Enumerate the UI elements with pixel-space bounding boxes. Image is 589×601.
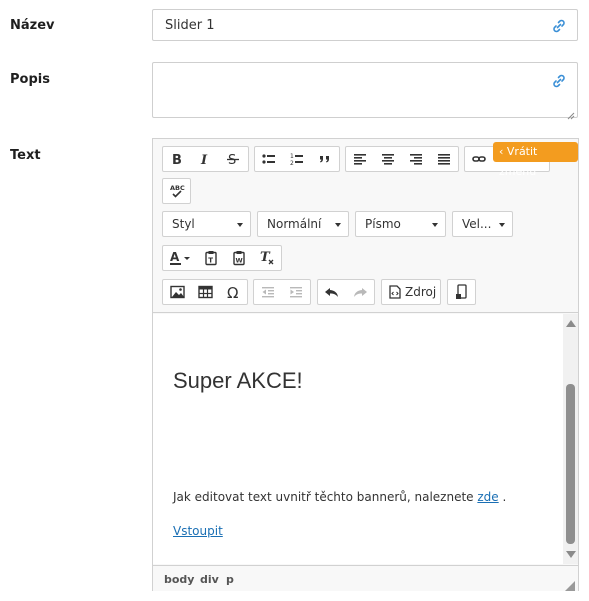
link-icon[interactable] — [551, 73, 567, 89]
name-label: Název — [10, 18, 55, 33]
special-char-button[interactable]: Ω — [219, 280, 247, 304]
svg-text:ABC: ABC — [170, 184, 185, 192]
align-center-button[interactable] — [374, 147, 402, 171]
style-select-value: Styl — [172, 217, 195, 231]
path-item-div[interactable]: div — [200, 573, 219, 586]
align-left-button[interactable] — [346, 147, 374, 171]
path-item-body[interactable]: body — [164, 573, 194, 586]
editor-toolbar: B I S 12 ‹ Vrátit změnu ABC Styl Normáln… — [153, 139, 578, 313]
scroll-down-icon[interactable] — [566, 551, 576, 558]
insert-group: Ω — [162, 279, 248, 305]
insert-image-button[interactable] — [163, 280, 191, 304]
text-color-button[interactable]: A — [163, 246, 197, 270]
element-path-bar: body div p — [153, 565, 578, 591]
paste-text-button[interactable]: T — [197, 246, 225, 270]
font-size-select[interactable]: Vel... — [452, 211, 513, 237]
remove-format-button[interactable]: T — [253, 246, 281, 270]
svg-text:B: B — [172, 153, 182, 166]
justify-button[interactable] — [430, 147, 458, 171]
scroll-thumb[interactable] — [566, 384, 575, 544]
paragraph-text: Jak editovat text uvnitř těchto bannerů,… — [173, 490, 478, 504]
insert-link-button[interactable] — [465, 147, 493, 171]
scroll-up-icon[interactable] — [566, 320, 576, 327]
name-input[interactable]: Slider 1 — [152, 9, 578, 41]
source-group[interactable]: Zdroj — [381, 279, 441, 305]
undo-button[interactable] — [318, 280, 346, 304]
italic-button[interactable]: I — [191, 147, 219, 171]
format-select-value: Normální — [267, 217, 322, 231]
enter-link[interactable]: Vstoupit — [173, 524, 223, 538]
svg-text:Ω: Ω — [227, 285, 238, 300]
bulleted-list-button[interactable] — [255, 147, 283, 171]
spellcheck-button[interactable]: ABC — [163, 179, 190, 203]
text-label: Text — [10, 148, 41, 163]
strikethrough-button[interactable]: S — [219, 147, 247, 171]
maximize-group — [447, 279, 476, 305]
basic-styles-group: B I S — [162, 146, 249, 172]
path-item-p[interactable]: p — [226, 573, 234, 586]
svg-text:W: W — [236, 257, 243, 265]
style-select[interactable]: Styl — [162, 211, 251, 237]
svg-text:T: T — [208, 257, 213, 265]
format-select[interactable]: Normální — [257, 211, 349, 237]
history-group — [317, 279, 375, 305]
outdent-button[interactable] — [254, 280, 282, 304]
description-label: Popis — [10, 72, 50, 87]
name-input-value: Slider 1 — [165, 18, 215, 33]
editor-content[interactable]: Super AKCE! Jak editovat text uvnitř těc… — [153, 314, 564, 564]
content-scrollbar[interactable] — [563, 314, 578, 564]
rich-text-editor: B I S 12 ‹ Vrátit změnu ABC Styl Normáln… — [152, 138, 579, 591]
blockquote-button[interactable] — [311, 147, 339, 171]
maximize-button[interactable] — [448, 280, 475, 304]
source-icon — [389, 285, 401, 299]
resize-grip-icon[interactable] — [567, 107, 575, 120]
insert-table-button[interactable] — [191, 280, 219, 304]
align-right-button[interactable] — [402, 147, 430, 171]
chevron-down-icon — [237, 223, 243, 227]
paragraph-end: . — [498, 490, 507, 504]
list-group: 12 — [254, 146, 340, 172]
redo-button[interactable] — [346, 280, 374, 304]
colors-paste-group: A T W T — [162, 245, 282, 271]
svg-text:2: 2 — [290, 160, 294, 166]
alignment-group — [345, 146, 459, 172]
spellcheck-group: ABC — [162, 178, 191, 204]
font-select[interactable]: Písmo — [355, 211, 446, 237]
description-textarea[interactable] — [152, 62, 578, 120]
here-link[interactable]: zde — [477, 490, 498, 504]
chevron-down-icon — [432, 223, 438, 227]
bold-button[interactable]: B — [163, 147, 191, 171]
font-size-select-value: Vel... — [462, 217, 492, 231]
content-heading: Super AKCE! — [173, 368, 303, 393]
indent-group — [253, 279, 311, 305]
svg-text:1: 1 — [290, 153, 294, 160]
indent-button[interactable] — [282, 280, 310, 304]
link-icon[interactable] — [551, 18, 567, 34]
font-select-value: Písmo — [365, 217, 401, 231]
resize-handle-icon[interactable] — [565, 578, 575, 591]
svg-text:A: A — [170, 250, 180, 264]
revert-changes-button[interactable]: ‹ Vrátit změnu — [493, 142, 578, 178]
content-paragraph: Jak editovat text uvnitř těchto bannerů,… — [173, 490, 506, 504]
chevron-down-icon — [499, 223, 505, 227]
paste-word-button[interactable]: W — [225, 246, 253, 270]
source-button-label: Zdroj — [405, 285, 437, 299]
chevron-down-icon — [335, 223, 341, 227]
svg-text:I: I — [200, 153, 208, 166]
numbered-list-button[interactable]: 12 — [283, 147, 311, 171]
